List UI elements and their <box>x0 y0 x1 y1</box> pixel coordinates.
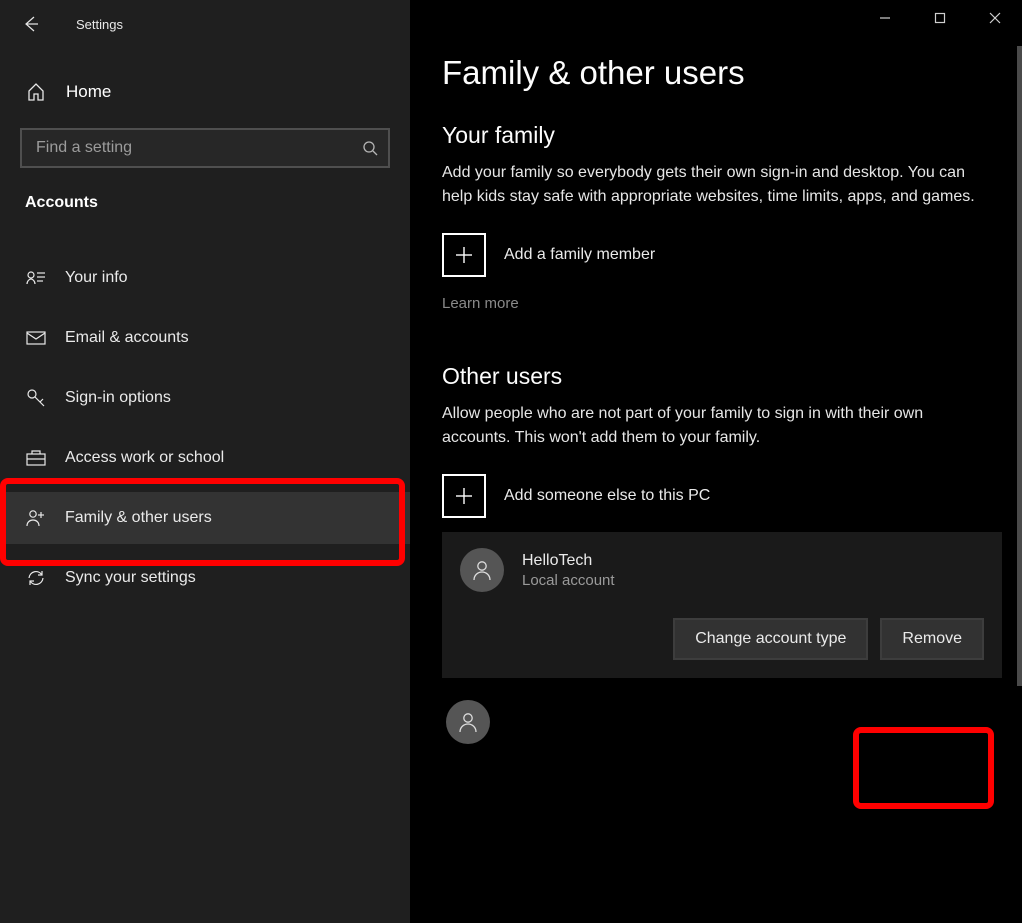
scrollbar[interactable] <box>1017 46 1022 686</box>
learn-more-link[interactable]: Learn more <box>442 295 519 312</box>
sidebar-nav: Your info Email & accounts Sign-in optio… <box>0 252 410 612</box>
titlebar: Settings <box>0 6 410 42</box>
sidebar-item-access-work-school[interactable]: Access work or school <box>0 432 410 484</box>
change-account-type-button[interactable]: Change account type <box>673 618 868 660</box>
add-other-user-label: Add someone else to this PC <box>504 487 710 505</box>
person-card-icon <box>25 270 47 286</box>
sidebar-item-sign-in-options[interactable]: Sign-in options <box>0 372 410 424</box>
sidebar-item-your-info[interactable]: Your info <box>0 252 410 304</box>
sync-icon <box>25 568 47 588</box>
page-title: Family & other users <box>442 54 994 92</box>
home-icon <box>26 82 46 102</box>
search-box[interactable] <box>20 128 390 168</box>
key-icon <box>25 388 47 408</box>
search-input[interactable] <box>34 138 362 158</box>
window-controls <box>857 0 1022 36</box>
user-account-type: Local account <box>522 572 615 589</box>
maximize-button[interactable] <box>912 0 967 36</box>
sidebar-item-label: Family & other users <box>65 509 212 527</box>
settings-window: Settings Home Accounts Your info <box>0 0 1022 923</box>
content-pane: Family & other users Your family Add you… <box>410 0 1022 923</box>
add-family-member-button[interactable]: Add a family member <box>442 233 994 277</box>
avatar[interactable] <box>446 700 490 744</box>
back-button[interactable] <box>22 15 40 33</box>
sidebar-item-label: Access work or school <box>65 449 224 467</box>
search-icon <box>362 140 378 156</box>
home-nav[interactable]: Home <box>0 64 410 120</box>
remove-user-button[interactable]: Remove <box>880 618 984 660</box>
sidebar: Settings Home Accounts Your info <box>0 0 410 923</box>
user-actions: Change account type Remove <box>460 618 984 660</box>
briefcase-icon <box>25 450 47 466</box>
sidebar-item-label: Sync your settings <box>65 569 196 587</box>
user-card-header: HelloTech Local account <box>460 548 984 592</box>
home-label: Home <box>66 82 111 102</box>
sidebar-item-email-accounts[interactable]: Email & accounts <box>0 312 410 364</box>
add-family-label: Add a family member <box>504 246 655 264</box>
window-title: Settings <box>76 17 123 32</box>
sidebar-item-label: Email & accounts <box>65 329 189 347</box>
close-button[interactable] <box>967 0 1022 36</box>
mail-icon <box>25 331 47 345</box>
sidebar-item-family-other-users[interactable]: Family & other users <box>0 492 410 544</box>
people-plus-icon <box>25 509 47 527</box>
your-family-description: Add your family so everybody gets their … <box>442 161 992 209</box>
plus-icon <box>442 233 486 277</box>
plus-icon <box>442 474 486 518</box>
other-users-heading: Other users <box>442 363 994 390</box>
other-users-description: Allow people who are not part of your fa… <box>442 402 992 450</box>
minimize-button[interactable] <box>857 0 912 36</box>
sidebar-section-accounts: Accounts <box>0 188 410 220</box>
user-name: HelloTech <box>522 552 615 570</box>
avatar <box>460 548 504 592</box>
your-family-heading: Your family <box>442 122 994 149</box>
sidebar-item-label: Sign-in options <box>65 389 171 407</box>
add-other-user-button[interactable]: Add someone else to this PC <box>442 474 994 518</box>
sidebar-item-label: Your info <box>65 269 128 287</box>
user-card[interactable]: HelloTech Local account Change account t… <box>442 532 1002 678</box>
sidebar-item-sync-settings[interactable]: Sync your settings <box>0 552 410 604</box>
